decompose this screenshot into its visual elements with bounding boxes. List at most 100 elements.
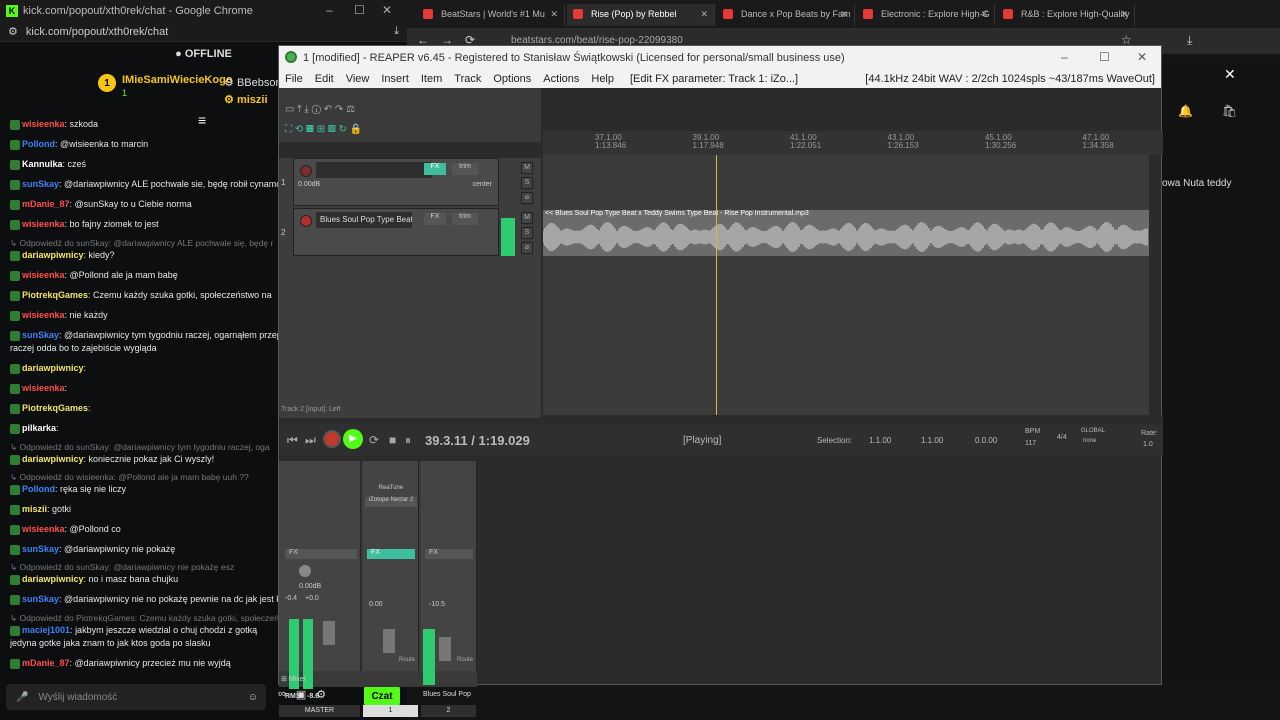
chat-url-text[interactable]: kick.com/popout/xth0rek/chat bbox=[26, 26, 168, 38]
track-2-panel[interactable]: Blues Soul Pop Type Beat FX trim bbox=[293, 208, 499, 256]
chat-username[interactable]: miszii bbox=[22, 504, 47, 514]
arrange-view[interactable] bbox=[543, 155, 1149, 415]
mixer-strip-2[interactable]: FX -10.5 Route Blues Soul Pop 2 bbox=[421, 461, 477, 717]
strip-2-fx-button[interactable]: FX bbox=[425, 549, 473, 559]
mixer-tab[interactable]: ⊞ Mixer bbox=[281, 675, 341, 685]
chat-input-field[interactable]: 🎤 Wyślij wiadomość ☺ bbox=[6, 684, 266, 710]
chat-username[interactable]: PiotrekqGames bbox=[22, 403, 88, 413]
chat-username[interactable]: pilkarka bbox=[22, 423, 56, 433]
chat-username[interactable]: maciej1001 bbox=[22, 625, 70, 635]
chat-username[interactable]: Pollond bbox=[22, 139, 55, 149]
send-chat-button[interactable]: Czat bbox=[364, 685, 400, 707]
browser-tab[interactable]: Dance x Pop Beats by Fam ✕ bbox=[717, 4, 855, 26]
solo-button-2[interactable]: S bbox=[521, 227, 533, 239]
strip-1-route[interactable]: Route bbox=[399, 657, 415, 663]
master-pan-knob[interactable] bbox=[299, 565, 311, 577]
download-icon-browser[interactable]: ⤓ bbox=[1187, 33, 1192, 48]
host-name[interactable]: IMieSamiWiecieKogo bbox=[122, 74, 233, 86]
record-arm-button-2[interactable] bbox=[300, 215, 312, 227]
menu-item[interactable]: Help bbox=[591, 73, 614, 85]
chat-username[interactable]: Pollond bbox=[22, 484, 55, 494]
track-2-trim-button[interactable]: trim bbox=[452, 213, 478, 225]
bpm-value[interactable]: 117 bbox=[1025, 440, 1036, 447]
fx-slot-reatune[interactable]: ReaTune bbox=[365, 485, 417, 495]
vertical-scrollbar[interactable] bbox=[1149, 155, 1161, 415]
mixer-strip-1[interactable]: ReaTune iZotope Nectar 2 FX 0.00 Route 1 bbox=[363, 461, 419, 717]
chat-username[interactable]: sunSkay bbox=[22, 544, 59, 554]
global-value[interactable]: none bbox=[1083, 438, 1096, 444]
global-label[interactable]: GLOBAL bbox=[1081, 428, 1105, 434]
chat-username[interactable]: dariawpiwnicy bbox=[22, 574, 84, 584]
menu-item[interactable]: Options bbox=[493, 73, 531, 85]
chat-username[interactable]: sunSkay bbox=[22, 179, 59, 189]
phase-button[interactable]: ⌀ bbox=[521, 192, 533, 204]
play-cursor[interactable] bbox=[716, 155, 717, 415]
stop-icon[interactable]: ■ bbox=[389, 433, 396, 447]
browser-tab[interactable]: BeatStars | World's #1 Mu ✕ bbox=[417, 4, 565, 26]
download-icon[interactable]: ⤓ bbox=[394, 25, 399, 38]
record-arm-button[interactable] bbox=[300, 165, 312, 177]
chat-username[interactable]: sunSkay bbox=[22, 594, 59, 604]
maximize-icon-reaper[interactable]: ☐ bbox=[1099, 50, 1110, 64]
master-strip[interactable]: FX 0.00dB -0.4 +0.0 RMS -8.6 MASTER bbox=[279, 461, 361, 717]
go-to-end-icon[interactable]: ⏭ bbox=[305, 433, 316, 448]
media-item[interactable]: << Blues Soul Pop Type Beat x Teddy Swim… bbox=[543, 210, 1149, 256]
tab-close-icon[interactable]: ✕ bbox=[840, 4, 848, 24]
track-1-fx-button[interactable]: FX bbox=[424, 163, 446, 175]
chat-username[interactable]: PiotrekqGames bbox=[22, 290, 88, 300]
chat-username[interactable]: wisieenka bbox=[22, 119, 65, 129]
toolbar-icons-row2[interactable]: ⛶ ⟲ ▦ ⊞ ▩ ↻ 🔒 bbox=[285, 124, 362, 135]
track-1-ms-buttons[interactable]: M S ⌀ bbox=[521, 162, 535, 207]
track-2-fx-button[interactable]: FX bbox=[424, 213, 446, 225]
browser-tab[interactable]: Rise (Pop) by Rebbel ✕ bbox=[567, 4, 715, 26]
emote-icon[interactable]: ☺ bbox=[248, 692, 258, 703]
tab-close-icon[interactable]: ✕ bbox=[700, 4, 708, 24]
minimize-icon-reaper[interactable]: – bbox=[1061, 50, 1068, 64]
chat-username[interactable]: mDanie_87 bbox=[22, 199, 70, 209]
menu-item[interactable]: Actions bbox=[543, 73, 579, 85]
selection-end[interactable]: 1.1.00 bbox=[921, 436, 943, 445]
guest-name-2[interactable]: miszii bbox=[237, 94, 268, 106]
fx-slot-nectar[interactable]: iZotope Nectar 2 bbox=[365, 497, 417, 507]
menu-item[interactable]: Item bbox=[421, 73, 442, 85]
track-2-ms-buttons[interactable]: M S ⌀ bbox=[521, 212, 535, 257]
guest-name-1[interactable]: BBebson bbox=[237, 77, 282, 89]
track-1-name[interactable] bbox=[316, 162, 432, 178]
strip-2-route[interactable]: Route bbox=[457, 657, 473, 663]
mute-button-2[interactable]: M bbox=[521, 212, 533, 224]
browser-tab[interactable]: R&B : Explore High-Quality ✕ bbox=[997, 4, 1135, 26]
track-1-trim-button[interactable]: trim bbox=[452, 163, 478, 175]
repeat-icon[interactable]: ⟳ bbox=[369, 433, 379, 447]
pause-icon[interactable]: ⏸ bbox=[405, 433, 411, 448]
tab-close-icon[interactable]: ✕ bbox=[550, 4, 558, 24]
tab-close-icon[interactable]: ✕ bbox=[1120, 4, 1128, 24]
chat-username[interactable]: wisieenka bbox=[22, 219, 65, 229]
tab-close-icon[interactable]: ✕ bbox=[980, 4, 988, 24]
menu-item[interactable]: Insert bbox=[381, 73, 409, 85]
play-button[interactable]: ▶ bbox=[343, 429, 363, 449]
bell-icon[interactable]: 🔔 bbox=[1178, 104, 1193, 118]
time-signature[interactable]: 4/4 bbox=[1057, 434, 1067, 441]
master-fx-slot[interactable]: FX bbox=[285, 549, 357, 559]
microphone-icon[interactable]: 🎤 bbox=[16, 692, 28, 703]
site-settings-icon[interactable]: ⚙ bbox=[8, 25, 18, 38]
chat-username[interactable]: wisieenka bbox=[22, 310, 65, 320]
chat-username[interactable]: wisieenka bbox=[22, 524, 65, 534]
cart-icon[interactable]: 🛍 bbox=[1222, 104, 1237, 118]
mute-button[interactable]: M bbox=[521, 162, 533, 174]
strip-2-fader[interactable] bbox=[439, 637, 451, 661]
close-icon-page[interactable]: ✕ bbox=[1224, 66, 1236, 83]
phase-button-2[interactable]: ⌀ bbox=[521, 242, 533, 254]
toolbar-icons-row1[interactable]: ▭ ⤒ ⤓ ⓘ ↶ ↷ ⚖ bbox=[285, 104, 355, 115]
chat-username[interactable]: dariawpiwnicy bbox=[22, 454, 84, 464]
track-1-panel[interactable]: 0.00dB center FX trim bbox=[293, 158, 499, 206]
master-fader[interactable] bbox=[323, 621, 335, 645]
chat-username[interactable]: dariawpiwnicy bbox=[22, 363, 84, 373]
selection-length[interactable]: 0.0.00 bbox=[975, 436, 997, 445]
strip-1-fx-button[interactable]: FX bbox=[367, 549, 415, 559]
timeline-ruler[interactable]: 37.1.00 1:13.846 39.1.00 1:17.948 41.1.00 1:2… bbox=[543, 131, 1163, 155]
chat-username[interactable]: wisieenka bbox=[22, 270, 65, 280]
chat-username[interactable]: sunSkay bbox=[22, 330, 59, 340]
strip-1-fader[interactable] bbox=[383, 629, 395, 653]
record-button[interactable] bbox=[323, 430, 341, 448]
